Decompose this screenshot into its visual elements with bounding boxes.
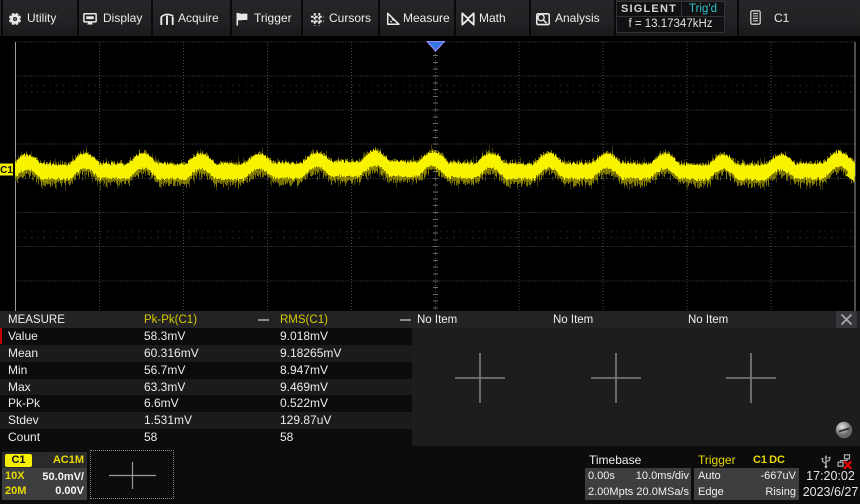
svg-text:C1: C1 [0,165,13,176]
